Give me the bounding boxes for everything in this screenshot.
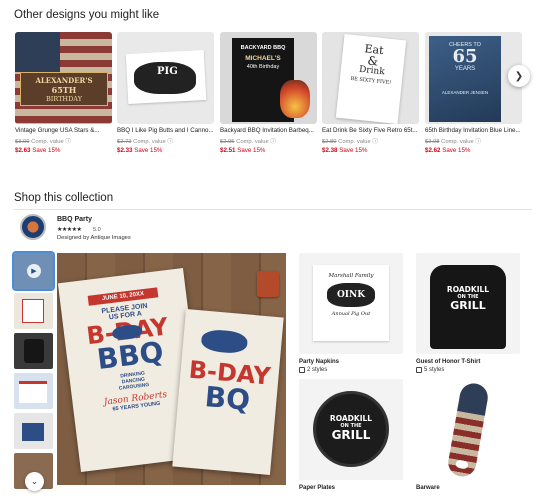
rec-card[interactable]: CHEERS TO 65 YEARS ALEXANDER JENSEN 65th… xyxy=(425,32,522,154)
thumbnail[interactable] xyxy=(14,333,53,369)
carousel-next-button[interactable]: ❯ xyxy=(508,65,530,87)
rec-image[interactable]: ALEXANDER'S 65TH BIRTHDAY xyxy=(15,32,112,124)
rec-image-text: PIG xyxy=(157,66,178,77)
star-rating-icon: ★★★★★ xyxy=(57,227,82,233)
rec-sale-price: $2.62 Save 15% xyxy=(425,147,471,154)
product-image-text: GRILL xyxy=(450,299,486,312)
product-title[interactable]: Party Napkins xyxy=(299,359,339,365)
chevron-right-icon: ❯ xyxy=(514,70,524,82)
thumbnail-video[interactable]: ▶ xyxy=(12,251,55,291)
rec-image-text: BACKYARD BBQ xyxy=(240,45,286,51)
thumbnail[interactable] xyxy=(14,413,53,449)
rec-orig-price: $2.95 Comp. value ⓘ xyxy=(220,139,277,145)
collection-avatar[interactable] xyxy=(20,214,46,240)
rec-image-text: MICHAEL'S xyxy=(245,55,281,62)
invitation-card: B-DAY BQ xyxy=(172,309,284,475)
product-styles[interactable]: 2 styles xyxy=(299,367,327,373)
rec-orig-price: $2.80 Comp. value ⓘ xyxy=(322,139,379,145)
thumbnail[interactable] xyxy=(14,293,53,329)
section-divider xyxy=(14,209,532,210)
rec-orig-price: $3.08 Comp. value ⓘ xyxy=(425,139,482,145)
collection-name[interactable]: BBQ Party xyxy=(57,216,92,223)
product-image-text: ROADKILL xyxy=(446,285,490,294)
rec-name[interactable]: Eat Drink Be Sixty Five Retro 65t... xyxy=(322,127,419,134)
rec-image-text: ALEXANDER JENSEN xyxy=(441,90,489,95)
rec-orig-price: $2.73 Comp. value ⓘ xyxy=(117,139,174,145)
rec-card[interactable]: PIG BBQ I Like Pig Butts and I Canno... … xyxy=(117,32,214,154)
pig-icon xyxy=(200,328,249,355)
play-icon: ▶ xyxy=(27,264,41,278)
rec-image-text: BIRTHDAY xyxy=(45,95,83,103)
product-image-text: GRILL xyxy=(331,428,371,442)
styles-icon xyxy=(299,367,305,373)
rec-image[interactable]: PIG xyxy=(117,32,214,124)
product-image-text: OINK xyxy=(327,283,375,307)
rec-name[interactable]: Backyard BBQ Invitation Barbeq... xyxy=(220,127,317,134)
styles-icon xyxy=(416,367,422,373)
product-title[interactable]: Barware xyxy=(416,485,440,491)
rec-image-text: ALEXANDER'S xyxy=(35,76,93,85)
rec-sale-price: $2.51 Save 15% xyxy=(220,147,266,154)
rec-image[interactable]: BACKYARD BBQ MICHAEL'S 40th Birthday xyxy=(220,32,317,124)
section-title-collection: Shop this collection xyxy=(14,192,114,204)
product-image-tshirt[interactable]: ROADKILL ON THE GRILL xyxy=(416,253,520,354)
product-image-napkins[interactable]: Marshall Family OINK Annual Pig Out xyxy=(299,253,403,354)
thumbnail[interactable] xyxy=(14,373,53,409)
product-title[interactable]: Guest of Honor T-Shirt xyxy=(416,359,480,365)
rec-image-text: 40th Birthday xyxy=(246,64,280,70)
hero-product-image[interactable]: JUNE 10, 20XX PLEASE JOIN US FOR A B-DAY… xyxy=(57,253,286,485)
collection-rating: 5.0 xyxy=(93,227,101,233)
product-image-text: Annual Pig Out xyxy=(331,311,371,317)
jar-decoration xyxy=(257,271,279,297)
rec-sale-price: $2.38 Save 15% xyxy=(322,147,368,154)
rec-orig-price: $3.09 Comp. value ⓘ xyxy=(15,139,72,145)
rec-card[interactable]: BACKYARD BBQ MICHAEL'S 40th Birthday Bac… xyxy=(220,32,317,154)
product-styles[interactable]: 5 styles xyxy=(416,367,444,373)
rec-image-text: 65 xyxy=(452,46,478,67)
rec-image[interactable]: Eat & Drink BE SIXTY FIVE! xyxy=(322,32,419,124)
product-image-text: Marshall Family xyxy=(328,273,374,279)
collection-designer[interactable]: Designed by Antique Images xyxy=(57,235,131,241)
product-title[interactable]: Paper Plates xyxy=(299,485,335,491)
rec-name[interactable]: Vintage Grunge USA Stars &... xyxy=(15,127,112,134)
product-image-barware[interactable] xyxy=(416,379,520,480)
rec-card[interactable]: ALEXANDER'S 65TH BIRTHDAY Vintage Grunge… xyxy=(15,32,112,154)
thumbnails-scroll-down-button[interactable]: ⌄ xyxy=(25,472,44,491)
product-image-plates[interactable]: ROADKILL ON THE GRILL xyxy=(299,379,403,480)
chevron-down-icon: ⌄ xyxy=(30,476,39,486)
rec-sale-price: $2.33 Save 15% xyxy=(117,147,163,154)
rec-name[interactable]: BBQ I Like Pig Butts and I Canno... xyxy=(117,127,214,134)
rec-name[interactable]: 65th Birthday Invitation Blue Line... xyxy=(425,127,522,134)
rec-image-text: 65TH xyxy=(51,85,77,95)
rec-image-text: YEARS xyxy=(454,66,476,72)
product-image-text: ROADKILL xyxy=(329,414,373,423)
rec-sale-price: $2.63 Save 15% xyxy=(15,147,61,154)
section-title-recommendations: Other designs you might like xyxy=(14,9,160,21)
rec-card[interactable]: Eat & Drink BE SIXTY FIVE! Eat Drink Be … xyxy=(322,32,419,154)
